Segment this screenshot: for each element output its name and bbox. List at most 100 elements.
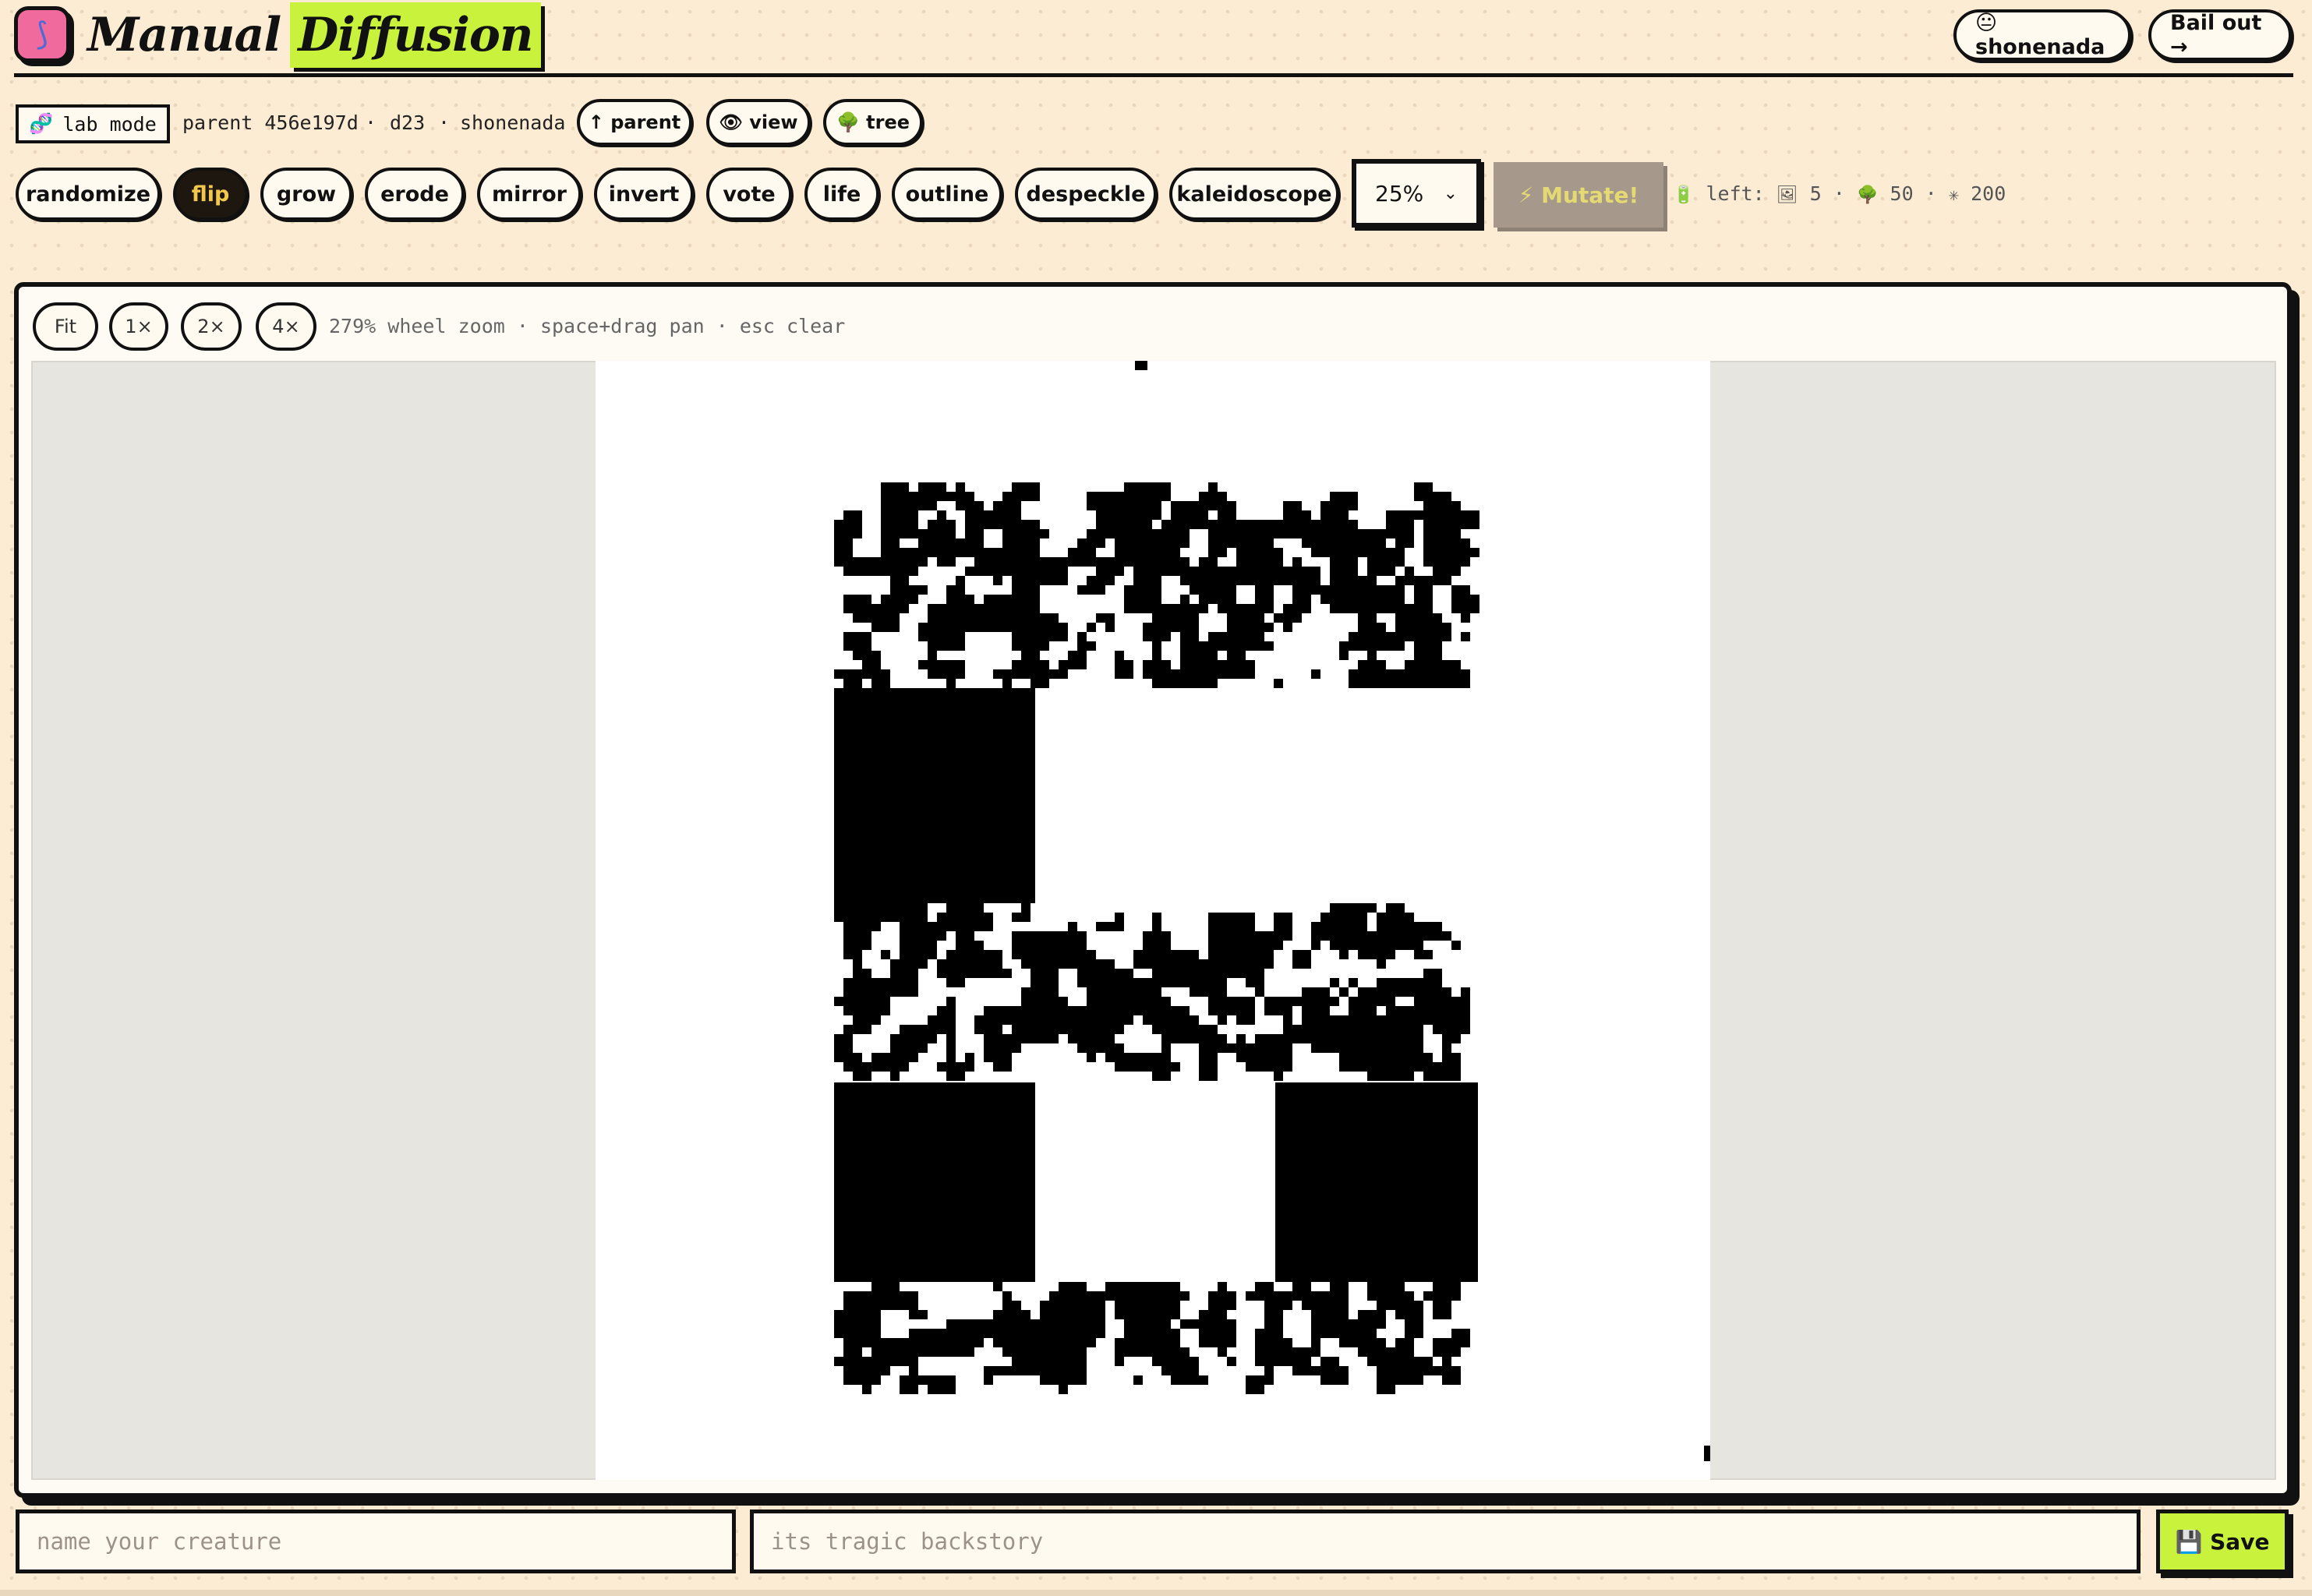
noise-pixel: [965, 604, 974, 613]
noise-pixel: [1330, 576, 1339, 585]
noise-pixel: [928, 660, 937, 669]
noise-pixel: [1077, 969, 1087, 978]
noise-pixel: [1133, 959, 1143, 969]
noise-pixel: [881, 595, 890, 604]
noise-pixel: [1302, 520, 1311, 529]
noise-pixel: [1199, 492, 1208, 501]
op-mirror-button[interactable]: mirror: [477, 168, 582, 221]
noise-pixel: [843, 1006, 853, 1015]
noise-pixel: [1274, 1043, 1283, 1053]
noise-pixel: [881, 950, 890, 959]
zoom-fit-button[interactable]: Fit: [33, 302, 98, 351]
zoom-4x-button[interactable]: 4×: [256, 302, 316, 351]
noise-pixel: [853, 651, 862, 660]
noise-pixel: [1386, 1034, 1395, 1043]
noise-pixel: [890, 1043, 900, 1053]
noise-pixel: [928, 604, 937, 613]
noise-pixel: [1451, 1053, 1461, 1062]
noise-pixel: [900, 585, 909, 595]
noise-pixel: [1246, 641, 1255, 651]
op-invert-button[interactable]: invert: [594, 168, 694, 221]
noise-pixel: [1451, 585, 1461, 595]
noise-pixel: [1311, 1015, 1320, 1025]
zoom-2x-button[interactable]: 2×: [181, 302, 242, 351]
strength-select[interactable]: 25% ⌄: [1352, 159, 1481, 228]
noise-pixel: [937, 1062, 946, 1072]
noise-pixel: [1077, 1291, 1087, 1301]
noise-pixel: [909, 922, 918, 931]
noise-pixel: [1302, 604, 1311, 613]
noise-pixel: [1096, 492, 1105, 501]
noise-pixel: [1320, 1357, 1330, 1366]
view-button[interactable]: 👁 view: [706, 99, 811, 146]
noise-pixel: [1414, 585, 1423, 595]
mutate-button[interactable]: ⚡ Mutate!: [1494, 162, 1663, 228]
noise-pixel: [1040, 1310, 1049, 1319]
op-kaleidoscope-button[interactable]: kaleidoscope: [1169, 168, 1339, 221]
noise-pixel: [1442, 548, 1451, 557]
noise-pixel: [1330, 1025, 1339, 1034]
noise-pixel: [1423, 585, 1433, 595]
noise-pixel: [1367, 613, 1377, 623]
noise-pixel: [1377, 604, 1386, 613]
noise-pixel: [1386, 1006, 1395, 1015]
noise-pixel: [1451, 529, 1461, 538]
noise-pixel: [993, 969, 1002, 978]
op-vote-button[interactable]: vote: [706, 168, 792, 221]
backstory-input[interactable]: [750, 1509, 2141, 1573]
noise-pixel: [1255, 604, 1264, 613]
noise-pixel: [834, 520, 843, 529]
noise-pixel: [1096, 959, 1105, 969]
noise-pixel: [1161, 978, 1171, 987]
noise-pixel: [1367, 585, 1377, 595]
noise-pixel: [974, 529, 984, 538]
noise-pixel: [862, 941, 871, 950]
op-randomize-button[interactable]: randomize: [16, 168, 161, 221]
noise-pixel: [918, 585, 928, 595]
op-flip-button[interactable]: flip: [173, 168, 248, 221]
noise-pixel: [1461, 613, 1470, 623]
op-erode-button[interactable]: erode: [365, 168, 465, 221]
noise-pixel: [928, 950, 937, 959]
noise-pixel: [1433, 1347, 1442, 1357]
op-outline-button[interactable]: outline: [892, 168, 1002, 221]
noise-pixel: [1199, 1319, 1208, 1329]
image-canvas[interactable]: [596, 361, 1710, 1480]
noise-pixel: [1311, 1006, 1320, 1015]
user-button[interactable]: 😐 shonenada: [1953, 9, 2131, 61]
noise-pixel: [1311, 922, 1320, 931]
parent-button[interactable]: ↑ parent: [577, 99, 692, 146]
noise-pixel: [862, 1015, 871, 1025]
noise-pixel: [965, 548, 974, 557]
creature-name-input[interactable]: [16, 1509, 736, 1573]
noise-pixel: [1087, 538, 1096, 548]
noise-pixel: [1414, 623, 1423, 632]
save-button[interactable]: 💾 Save: [2156, 1509, 2289, 1573]
noise-pixel: [1021, 595, 1031, 604]
noise-pixel: [1395, 604, 1405, 613]
noise-pixel: [1405, 604, 1414, 613]
op-grow-button[interactable]: grow: [260, 168, 352, 221]
noise-pixel: [1087, 1319, 1096, 1329]
noise-pixel: [1227, 922, 1236, 931]
noise-pixel: [965, 520, 974, 529]
noise-pixel: [956, 641, 965, 651]
zoom-1x-button[interactable]: 1×: [109, 302, 168, 351]
op-life-button[interactable]: life: [804, 168, 879, 221]
noise-pixel: [1246, 1006, 1255, 1015]
noise-pixel: [1115, 529, 1124, 538]
noise-pixel: [1283, 623, 1292, 632]
noise-pixel: [1105, 510, 1115, 520]
op-despeckle-button[interactable]: despeckle: [1015, 168, 1157, 221]
noise-pixel: [843, 1291, 853, 1301]
noise-pixel: [1161, 604, 1171, 613]
tree-button[interactable]: 🌳 tree: [823, 99, 923, 146]
noise-pixel: [974, 604, 984, 613]
noise-pixel: [1451, 1375, 1461, 1385]
noise-pixel: [1433, 1338, 1442, 1347]
bail-out-button[interactable]: Bail out →: [2148, 9, 2292, 61]
noise-pixel: [1264, 1366, 1274, 1375]
noise-pixel: [890, 482, 900, 492]
noise-pixel: [1105, 1006, 1115, 1015]
noise-pixel: [993, 1062, 1002, 1072]
